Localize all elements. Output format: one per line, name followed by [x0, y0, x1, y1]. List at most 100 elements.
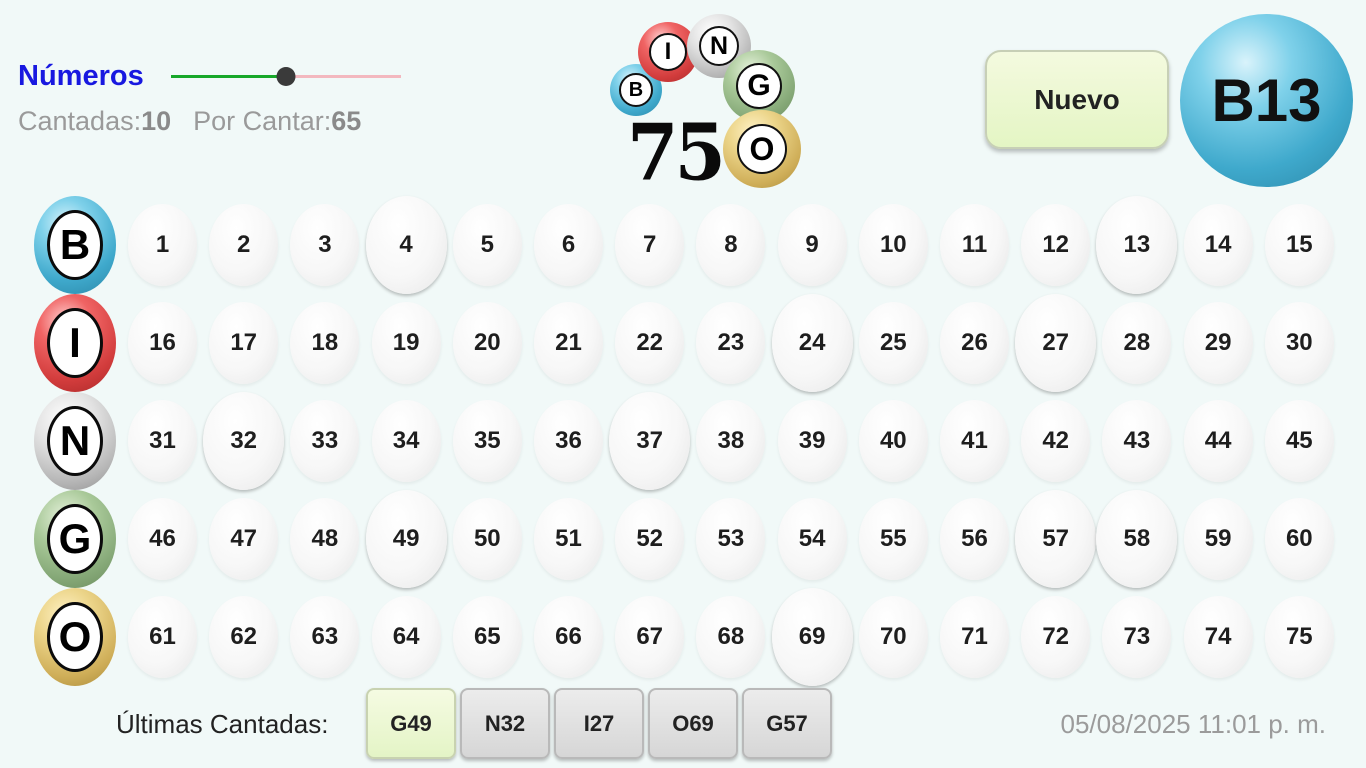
- number-ball[interactable]: 34: [366, 392, 447, 490]
- number-ball-called[interactable]: 49: [365, 490, 447, 588]
- number-ball[interactable]: 3: [284, 196, 365, 294]
- number-ball-called[interactable]: 4: [365, 196, 447, 294]
- number-label: 62: [230, 623, 258, 650]
- number-ball[interactable]: 10: [853, 196, 934, 294]
- number-ball[interactable]: 14: [1178, 196, 1259, 294]
- number-ball[interactable]: 2: [203, 196, 284, 294]
- number-ball[interactable]: 60: [1259, 490, 1340, 588]
- number-ball[interactable]: 38: [690, 392, 771, 490]
- number-ball[interactable]: 70: [853, 588, 934, 686]
- number-ball-called[interactable]: 27: [1015, 294, 1097, 392]
- number-ball-called[interactable]: 32: [203, 392, 285, 490]
- number-ball[interactable]: 26: [934, 294, 1015, 392]
- number-ball[interactable]: 50: [447, 490, 528, 588]
- recent-call-chip[interactable]: I27: [554, 688, 644, 759]
- number-ball[interactable]: 68: [690, 588, 771, 686]
- number-label: 66: [555, 623, 582, 650]
- number-ball[interactable]: 44: [1178, 392, 1259, 490]
- number-ball[interactable]: 53: [690, 490, 771, 588]
- number-ball[interactable]: 48: [284, 490, 365, 588]
- number-ball[interactable]: 29: [1178, 294, 1259, 392]
- number-label: 58: [1123, 525, 1151, 552]
- number-ball[interactable]: 55: [853, 490, 934, 588]
- number-ball[interactable]: 15: [1259, 196, 1340, 294]
- number-ball[interactable]: 62: [203, 588, 284, 686]
- number-ball[interactable]: 17: [203, 294, 284, 392]
- number-ball[interactable]: 52: [609, 490, 690, 588]
- number-ball[interactable]: 30: [1259, 294, 1340, 392]
- number-ball[interactable]: 23: [690, 294, 771, 392]
- number-ball[interactable]: 25: [853, 294, 934, 392]
- number-ball[interactable]: 56: [934, 490, 1015, 588]
- number-label: 55: [879, 525, 907, 552]
- number-label: 10: [879, 231, 907, 258]
- number-label: 6: [561, 231, 576, 258]
- number-ball[interactable]: 61: [122, 588, 203, 686]
- number-ball[interactable]: 67: [609, 588, 690, 686]
- number-ball[interactable]: 1: [122, 196, 203, 294]
- number-ball[interactable]: 46: [122, 490, 203, 588]
- number-label: 64: [392, 623, 420, 650]
- number-ball[interactable]: 19: [366, 294, 447, 392]
- number-ball[interactable]: 51: [528, 490, 609, 588]
- number-ball[interactable]: 75: [1259, 588, 1340, 686]
- recent-call-chip[interactable]: G49: [366, 688, 456, 759]
- number-ball-called[interactable]: 13: [1096, 196, 1178, 294]
- number-ball[interactable]: 65: [447, 588, 528, 686]
- number-ball[interactable]: 40: [853, 392, 934, 490]
- number-ball-called[interactable]: 37: [609, 392, 691, 490]
- number-label: 53: [717, 525, 745, 552]
- number-label: 20: [473, 329, 501, 356]
- number-ball[interactable]: 20: [447, 294, 528, 392]
- number-ball[interactable]: 41: [934, 392, 1015, 490]
- number-ball[interactable]: 11: [934, 196, 1015, 294]
- new-game-button[interactable]: Nuevo: [985, 50, 1169, 149]
- number-ball[interactable]: 35: [447, 392, 528, 490]
- number-ball[interactable]: 73: [1096, 588, 1177, 686]
- recent-call-chip[interactable]: G57: [742, 688, 832, 759]
- number-ball[interactable]: 66: [528, 588, 609, 686]
- number-ball-called[interactable]: 24: [771, 294, 853, 392]
- recent-call-chip[interactable]: O69: [648, 688, 738, 759]
- number-ball[interactable]: 12: [1015, 196, 1096, 294]
- number-ball[interactable]: 21: [528, 294, 609, 392]
- number-ball-called[interactable]: 69: [771, 588, 853, 686]
- number-ball[interactable]: 39: [772, 392, 853, 490]
- speed-slider[interactable]: [171, 66, 401, 86]
- number-ball[interactable]: 72: [1015, 588, 1096, 686]
- number-ball[interactable]: 5: [447, 196, 528, 294]
- number-label: 39: [798, 427, 826, 454]
- number-ball[interactable]: 43: [1096, 392, 1177, 490]
- bingo-75-logo: B I N G O 75: [605, 12, 805, 198]
- number-ball[interactable]: 45: [1259, 392, 1340, 490]
- number-label: 37: [636, 427, 664, 454]
- number-ball[interactable]: 74: [1178, 588, 1259, 686]
- number-label: 57: [1042, 525, 1070, 552]
- number-ball[interactable]: 64: [366, 588, 447, 686]
- board-row-g: G 46 47 48 49 50 51 52 53 54 55 56 57 58 59 60: [34, 490, 1334, 588]
- number-ball[interactable]: 36: [528, 392, 609, 490]
- number-ball[interactable]: 47: [203, 490, 284, 588]
- number-ball[interactable]: 33: [284, 392, 365, 490]
- recent-call-chip[interactable]: N32: [460, 688, 550, 759]
- number-ball[interactable]: 63: [284, 588, 365, 686]
- number-ball[interactable]: 16: [122, 294, 203, 392]
- number-ball[interactable]: 18: [284, 294, 365, 392]
- number-ball[interactable]: 59: [1178, 490, 1259, 588]
- number-ball-called[interactable]: 57: [1015, 490, 1097, 588]
- number-ball[interactable]: 28: [1096, 294, 1177, 392]
- number-ball[interactable]: 8: [690, 196, 771, 294]
- number-ball-called[interactable]: 58: [1096, 490, 1178, 588]
- number-ball[interactable]: 31: [122, 392, 203, 490]
- number-ball[interactable]: 7: [609, 196, 690, 294]
- slider-thumb[interactable]: [276, 67, 296, 86]
- bingo-app: Números Cantadas:10 Por Cantar:65 B I N G…: [0, 0, 1366, 768]
- number-ball[interactable]: 71: [934, 588, 1015, 686]
- number-ball[interactable]: 42: [1015, 392, 1096, 490]
- number-ball[interactable]: 54: [772, 490, 853, 588]
- number-ball[interactable]: 6: [528, 196, 609, 294]
- number-label: 49: [392, 525, 420, 552]
- number-ball[interactable]: 9: [772, 196, 853, 294]
- number-ball[interactable]: 22: [609, 294, 690, 392]
- number-label: 4: [399, 231, 413, 258]
